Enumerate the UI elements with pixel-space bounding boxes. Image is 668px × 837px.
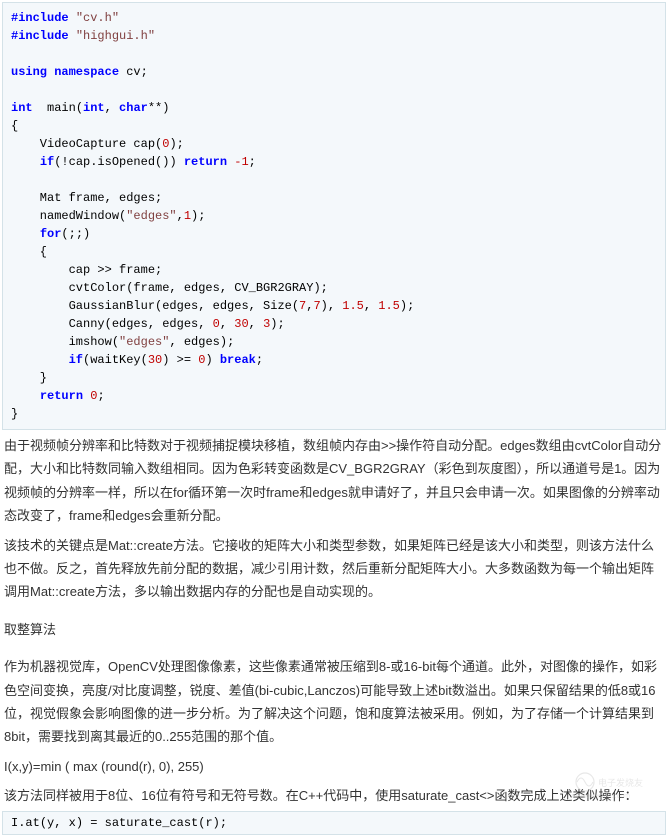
paragraph-1: 由于视频帧分辨率和比特数对于视频捕捉模块移植，数组帧内存由>>操作符自动分配。e… <box>0 432 668 530</box>
formula: I(x,y)=min ( max (round(r), 0), 255) <box>0 753 668 780</box>
code-block-main: #include "cv.h" #include "highgui.h" usi… <box>2 2 666 430</box>
heading-saturation: 取整算法 <box>0 616 668 643</box>
code-line-saturate: I.at(y, x) = saturate_cast(r); <box>2 811 666 835</box>
watermark-logo: 电子发烧友 www.elecfans.com <box>570 770 660 803</box>
svg-text:www.elecfans.com: www.elecfans.com <box>571 793 630 800</box>
paragraph-4: 该方法同样被用于8位、16位有符号和无符号数。在C++代码中，使用saturat… <box>0 782 668 809</box>
paragraph-3: 作为机器视觉库，OpenCV处理图像像素，这些像素通常被压缩到8-或16-bit… <box>0 653 668 751</box>
svg-text:电子发烧友: 电子发烧友 <box>598 777 643 788</box>
paragraph-2: 该技术的关键点是Mat::create方法。它接收的矩阵大小和类型参数，如果矩阵… <box>0 532 668 606</box>
